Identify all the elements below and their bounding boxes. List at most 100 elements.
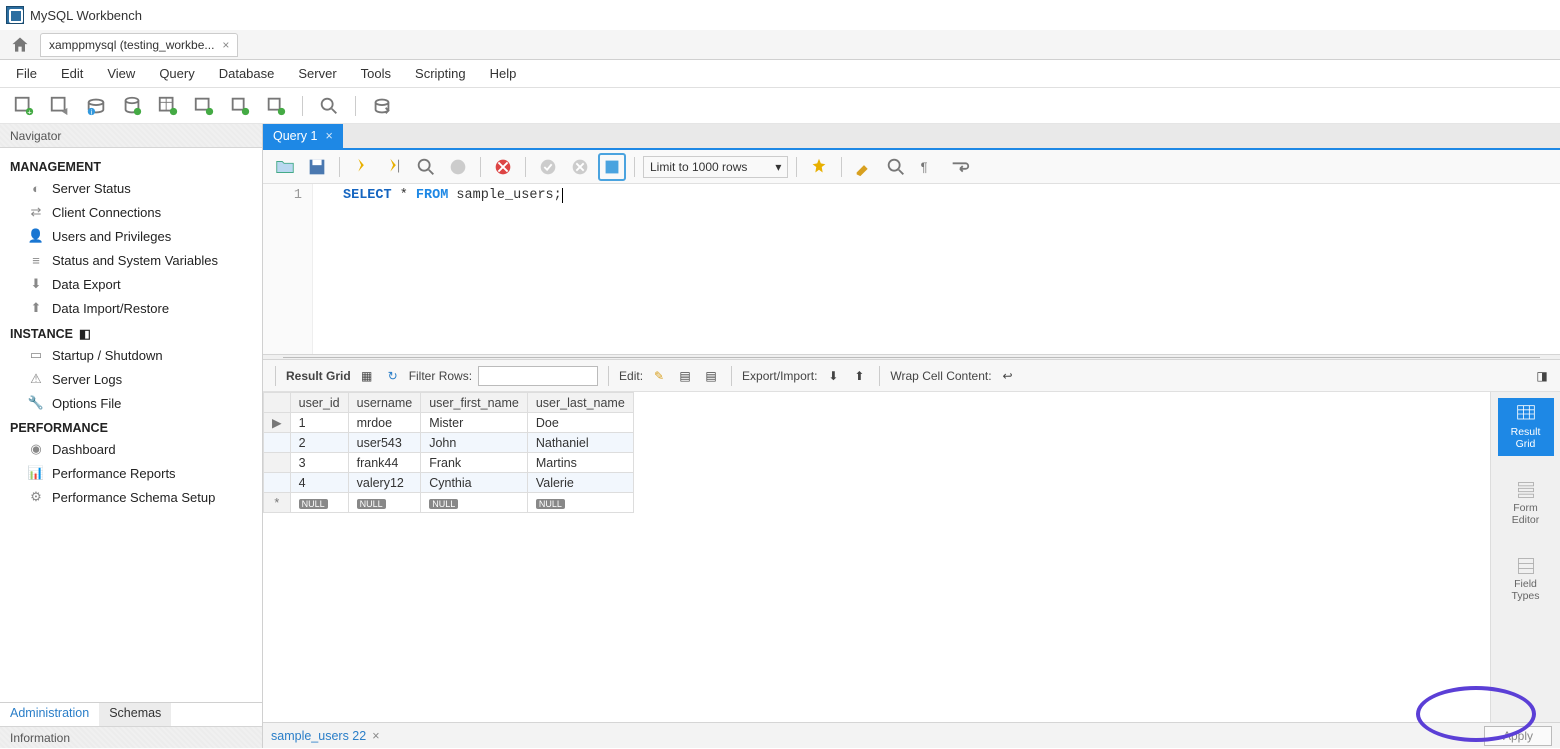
table-row-null[interactable]: *NULLNULLNULLNULL — [264, 493, 634, 513]
menu-server[interactable]: Server — [286, 62, 348, 85]
chevron-down-icon: ▾ — [775, 160, 781, 174]
connection-tab[interactable]: xamppmysql (testing_workbe... × — [40, 33, 238, 57]
new-sql-tab-icon[interactable]: + — [10, 92, 38, 120]
execute-icon[interactable] — [348, 153, 376, 181]
table-row[interactable]: 4valery12CynthiaValerie — [264, 473, 634, 493]
row-limit-label: Limit to 1000 rows — [650, 160, 747, 174]
table-row[interactable]: 2user543JohnNathaniel — [264, 433, 634, 453]
result-grid[interactable]: user_id username user_first_name user_la… — [263, 392, 1490, 722]
new-procedure-icon[interactable] — [226, 92, 254, 120]
nav-status-variables[interactable]: ≡Status and System Variables — [0, 248, 262, 272]
execute-cursor-icon[interactable] — [380, 153, 408, 181]
nav-server-status[interactable]: ◐Server Status — [0, 176, 262, 200]
rtab-result-grid[interactable]: Result Grid — [1498, 398, 1554, 456]
import-result-icon[interactable]: ⬆ — [849, 366, 869, 386]
filter-rows-input[interactable] — [478, 366, 598, 386]
new-view-icon[interactable] — [190, 92, 218, 120]
menu-scripting[interactable]: Scripting — [403, 62, 478, 85]
sql-code[interactable]: SELECT * FROM sample_users; — [313, 184, 601, 354]
panel-toggle-icon[interactable]: ◨ — [1532, 366, 1552, 386]
search-table-icon[interactable] — [315, 92, 343, 120]
brush-icon[interactable] — [850, 153, 878, 181]
invisible-chars-icon[interactable]: ¶ — [914, 153, 942, 181]
reconnect-icon[interactable] — [368, 92, 396, 120]
power-icon: ▭ — [28, 347, 44, 363]
nav-startup-shutdown[interactable]: ▭Startup / Shutdown — [0, 343, 262, 367]
close-icon[interactable]: × — [325, 129, 332, 143]
separator — [275, 366, 276, 386]
menu-file[interactable]: File — [4, 62, 49, 85]
new-table-icon[interactable] — [154, 92, 182, 120]
separator — [879, 366, 880, 386]
separator — [480, 157, 481, 177]
open-sql-file-icon[interactable] — [46, 92, 74, 120]
wrap-icon[interactable] — [946, 153, 974, 181]
dashboard-icon: ◉ — [28, 441, 44, 457]
open-file-icon[interactable] — [271, 153, 299, 181]
menu-view[interactable]: View — [95, 62, 147, 85]
result-tab-label[interactable]: sample_users 22 — [271, 729, 366, 743]
result-tabbar: sample_users 22 × Apply — [263, 722, 1560, 748]
no-limit-icon[interactable] — [489, 153, 517, 181]
nav-data-export[interactable]: ⬇Data Export — [0, 272, 262, 296]
table-row[interactable]: 3frank44FrankMartins — [264, 453, 634, 473]
export-result-icon[interactable]: ⬇ — [823, 366, 843, 386]
new-schema-icon[interactable] — [118, 92, 146, 120]
row-limit-select[interactable]: Limit to 1000 rows ▾ — [643, 156, 788, 178]
table-row[interactable]: ▶1mrdoeMisterDoe — [264, 413, 634, 433]
home-icon[interactable] — [6, 35, 34, 55]
nav-server-logs[interactable]: ⚠Server Logs — [0, 367, 262, 391]
edit-label: Edit: — [619, 369, 643, 383]
menu-help[interactable]: Help — [478, 62, 529, 85]
svg-text:+: + — [27, 107, 31, 116]
tab-administration[interactable]: Administration — [0, 703, 99, 726]
autocommit-icon[interactable] — [598, 153, 626, 181]
separator — [608, 366, 609, 386]
list-icon: ≡ — [28, 252, 44, 268]
nav-users-privileges[interactable]: 👤Users and Privileges — [0, 224, 262, 248]
splitter[interactable] — [263, 354, 1560, 360]
apply-button[interactable]: Apply — [1484, 726, 1552, 746]
col-username[interactable]: username — [348, 393, 421, 413]
connections-icon: ⇄ — [28, 204, 44, 220]
explain-icon[interactable] — [412, 153, 440, 181]
beautify-icon[interactable] — [805, 153, 833, 181]
nav-client-connections[interactable]: ⇄Client Connections — [0, 200, 262, 224]
nav-performance-schema[interactable]: ⚙Performance Schema Setup — [0, 485, 262, 509]
col-last-name[interactable]: user_last_name — [527, 393, 633, 413]
menu-edit[interactable]: Edit — [49, 62, 95, 85]
new-function-icon[interactable] — [262, 92, 290, 120]
menu-tools[interactable]: Tools — [349, 62, 403, 85]
refresh-icon[interactable]: ↻ — [383, 366, 403, 386]
delete-row-icon[interactable]: ▤ — [701, 366, 721, 386]
import-icon: ⬆ — [28, 300, 44, 316]
save-icon[interactable] — [303, 153, 331, 181]
tab-schemas[interactable]: Schemas — [99, 703, 171, 726]
section-instance: INSTANCE ◧ — [0, 320, 262, 343]
nav-performance-reports[interactable]: 📊Performance Reports — [0, 461, 262, 485]
nav-dashboard[interactable]: ◉Dashboard — [0, 437, 262, 461]
wrench-icon: 🔧 — [28, 395, 44, 411]
menu-query[interactable]: Query — [147, 62, 206, 85]
nav-data-import[interactable]: ⬆Data Import/Restore — [0, 296, 262, 320]
separator — [525, 157, 526, 177]
edit-icon[interactable]: ✎ — [649, 366, 669, 386]
commit-icon[interactable] — [534, 153, 562, 181]
stop-icon[interactable] — [444, 153, 472, 181]
wrap-cell-icon[interactable]: ↩ — [998, 366, 1018, 386]
nav-options-file[interactable]: 🔧Options File — [0, 391, 262, 415]
menu-database[interactable]: Database — [207, 62, 287, 85]
close-icon[interactable]: × — [222, 38, 229, 52]
sql-editor[interactable]: 1 SELECT * FROM sample_users; — [263, 184, 1560, 354]
grid-icon[interactable]: ▦ — [357, 366, 377, 386]
col-first-name[interactable]: user_first_name — [421, 393, 528, 413]
close-icon[interactable]: × — [372, 729, 379, 743]
query-tab[interactable]: Query 1 × — [263, 124, 343, 148]
insert-row-icon[interactable]: ▤ — [675, 366, 695, 386]
find-icon[interactable] — [882, 153, 910, 181]
rollback-icon[interactable] — [566, 153, 594, 181]
rtab-form-editor[interactable]: Form Editor — [1498, 474, 1554, 532]
inspector-icon[interactable]: i — [82, 92, 110, 120]
col-user-id[interactable]: user_id — [290, 393, 348, 413]
rtab-field-types[interactable]: Field Types — [1498, 550, 1554, 608]
